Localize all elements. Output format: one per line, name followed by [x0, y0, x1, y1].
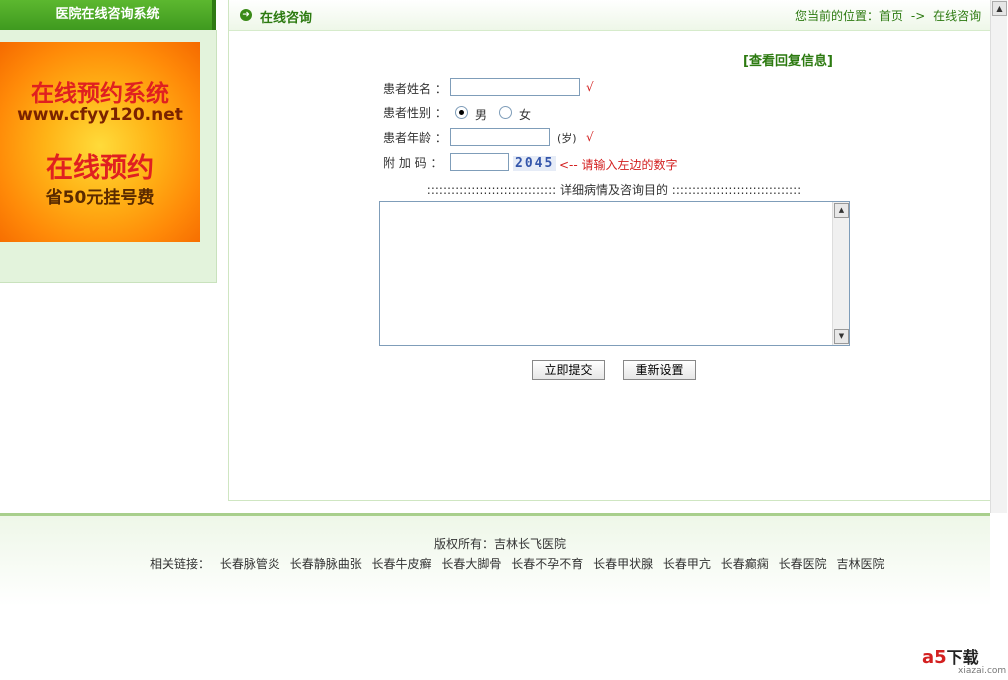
patient-age-input[interactable] — [450, 128, 550, 146]
code-label-text: 附 加 码 — [383, 156, 427, 170]
footer-link[interactable]: 长春医院 — [779, 557, 827, 571]
view-replies-link[interactable]: [查看回复信息] — [743, 50, 833, 69]
name-colon: ： — [434, 82, 447, 96]
breadcrumb-home-link[interactable]: 首页 — [879, 9, 903, 23]
reset-button[interactable]: 重新设置 — [623, 360, 696, 380]
watermark-brand: a5 — [922, 647, 947, 668]
sidebar-title-edge — [212, 0, 216, 30]
footer-link[interactable]: 吉林医院 — [836, 557, 884, 571]
watermark-logo: a5下载 — [922, 644, 979, 668]
age-required-mark: √ — [586, 130, 594, 144]
patient-name-input[interactable] — [450, 78, 580, 96]
gender-male-label: 男 — [475, 108, 488, 122]
footer-link[interactable]: 长春大脚骨 — [441, 557, 501, 571]
breadcrumb-current: 在线咨询 — [933, 9, 982, 23]
gender-label: 患者性别 ： — [383, 104, 447, 121]
footer-link[interactable]: 长春甲亢 — [663, 557, 711, 571]
gender-female-label: 女 — [519, 108, 532, 122]
submit-button[interactable]: 立即提交 — [532, 360, 605, 380]
details-divider: :::::::::::::::::::::::::::::::: 详细病情及咨询… — [426, 183, 802, 197]
footer-link[interactable]: 长春癫痫 — [721, 557, 769, 571]
gender-label-text: 患者性别 — [383, 106, 432, 120]
age-colon: ： — [434, 131, 447, 145]
gender-male-radio[interactable] — [455, 106, 468, 119]
footer-link[interactable]: 长春甲状腺 — [593, 557, 653, 571]
footer-link[interactable]: 长春不孕不育 — [511, 557, 583, 571]
arrow-circle-icon: ➜ — [240, 9, 252, 21]
scroll-down-arrow-icon[interactable]: ▼ — [834, 329, 849, 344]
breadcrumb-separator: -> — [910, 9, 926, 23]
banner-line-4: 省50元挂号费 — [45, 188, 155, 208]
sidebar-title: 医院在线咨询系统 — [0, 0, 215, 30]
related-links: 相关链接： 长春脉管炎 长春静脉曲张 长春牛皮癣 长春大脚骨 长春不孕不育 长春… — [150, 555, 890, 572]
footer-link[interactable]: 长春脉管炎 — [220, 557, 280, 571]
code-label: 附 加 码 ： — [383, 154, 442, 171]
watermark-text: 下载 — [946, 648, 979, 667]
appointment-banner[interactable]: 在线预约系统 www.cfyy120.net 在线预约 省50元挂号费 — [0, 42, 200, 242]
copyright: 版权所有：吉林长飞医院 — [433, 537, 566, 551]
age-label-text: 患者年龄 — [383, 131, 432, 145]
captcha-image: 2045 — [513, 156, 557, 171]
links-label: 相关链接： — [150, 557, 211, 571]
page-title: 在线咨询 — [260, 11, 313, 26]
textarea-scrollbar[interactable]: ▲ ▼ — [832, 202, 849, 345]
captcha-hint: <-- 请输入左边的数字 — [559, 158, 678, 172]
gender-female-radio[interactable] — [499, 106, 512, 119]
code-colon: ： — [430, 156, 443, 170]
name-label: 患者姓名 ： — [383, 80, 447, 97]
gender-colon: ： — [434, 106, 447, 120]
scroll-up-arrow-icon[interactable]: ▲ — [992, 1, 1007, 16]
banner-line-1: 在线预约系统 — [31, 81, 169, 107]
breadcrumb-prefix: 您当前的位置： — [795, 9, 880, 23]
name-label-text: 患者姓名 — [383, 82, 432, 96]
page-scrollbar[interactable]: ▲ — [990, 0, 1007, 513]
footer-link[interactable]: 长春牛皮癣 — [372, 557, 432, 571]
details-textarea[interactable]: ▲ ▼ — [379, 201, 850, 346]
banner-url: www.cfyy120.net — [17, 105, 183, 125]
name-required-mark: √ — [586, 80, 594, 94]
banner-line-3: 在线预约 — [46, 153, 154, 184]
age-unit: (岁) — [557, 132, 577, 145]
footer-link[interactable]: 长春静脉曲张 — [290, 557, 362, 571]
captcha-input[interactable] — [450, 153, 509, 171]
watermark-sub: xiazai.com — [958, 666, 1007, 676]
breadcrumb: 您当前的位置：首页 -> 在线咨询 — [795, 7, 981, 24]
scroll-up-arrow-icon[interactable]: ▲ — [834, 203, 849, 218]
age-label: 患者年龄 ： — [383, 129, 447, 146]
